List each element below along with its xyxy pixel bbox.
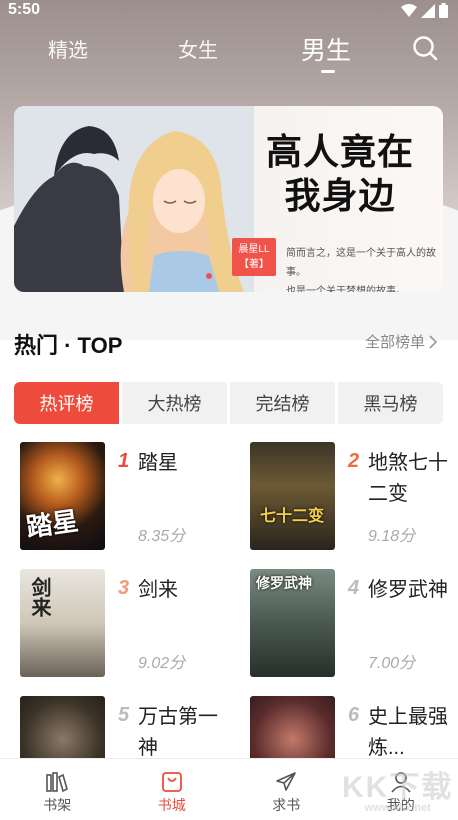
banner-description: 简而言之，这是一个关于高人的故事。 也是一个关于梦想的故事。 — [286, 244, 443, 292]
book-cover: 修罗武神 — [250, 569, 335, 677]
book-cover-title: 剑来 — [28, 577, 52, 617]
banner-headline: 高人竟在 我身边 — [250, 130, 430, 218]
tab-completed[interactable]: 完结榜 — [230, 382, 335, 424]
paper-plane-icon — [276, 772, 297, 791]
nav-request[interactable]: 求书 — [229, 759, 344, 820]
battery-icon — [439, 3, 448, 18]
book-cover: 剑来 — [20, 569, 105, 677]
nav-bookshelf-label: 书架 — [43, 797, 72, 813]
nav-bookshelf[interactable]: 书架 — [0, 759, 115, 820]
banner-illustration — [14, 106, 254, 292]
banner-author-tag: 【著】 — [239, 259, 269, 270]
banner-page-indicator — [206, 273, 212, 279]
banner-author: 晨星LL — [238, 244, 270, 255]
book-cover: 七十二变 — [250, 442, 335, 550]
book-title: 史上最强炼... — [368, 706, 448, 759]
book-rank: 4 — [348, 577, 360, 599]
signal-icon — [421, 3, 435, 18]
book-item[interactable]: 七十二变 2 地煞七十二变 9.18分 — [250, 442, 458, 552]
book-rank: 6 — [348, 704, 360, 726]
book-item[interactable]: 剑来 3 剑来 9.02分 — [20, 569, 240, 679]
banner-author-badge: 晨星LL 【著】 — [232, 238, 276, 276]
banner-desc-line1: 简而言之，这是一个关于高人的故事。 — [286, 248, 436, 278]
nav-bookstore-label: 书城 — [157, 797, 186, 813]
chevron-right-icon — [429, 334, 438, 349]
book-item[interactable]: 修罗武神 4 修罗武神 7.00分 — [250, 569, 458, 679]
all-rankings-link[interactable]: 全部榜单 — [365, 331, 438, 352]
nav-request-label: 求书 — [272, 797, 301, 813]
book-cover-title: 七十二变 — [260, 506, 325, 525]
book-rank: 2 — [348, 450, 360, 472]
active-tab-indicator — [321, 70, 335, 73]
nav-bookstore[interactable]: 书城 — [115, 759, 230, 820]
status-bar: 5:50 — [0, 0, 458, 22]
bookshelf-icon — [46, 772, 69, 793]
book-score: 9.02分 — [138, 655, 186, 672]
tab-hot-reviews[interactable]: 热评榜 — [14, 382, 119, 424]
book-score: 9.18分 — [368, 528, 416, 545]
book-score: 8.35分 — [138, 528, 186, 545]
book-score: 7.00分 — [368, 655, 416, 672]
all-rankings-label: 全部榜单 — [365, 334, 426, 351]
top-navigation: 精选 女生 男生 — [0, 28, 458, 78]
book-title: 地煞七十二变 — [368, 452, 448, 505]
promo-banner[interactable]: 高人竟在 我身边 晨星LL 【著】 简而言之，这是一个关于高人的故事。 也是一个… — [14, 106, 443, 292]
watermark-main: KK下载 — [342, 771, 454, 804]
tab-featured[interactable]: 精选 — [48, 34, 88, 63]
wifi-icon — [401, 3, 417, 17]
ranking-tabs: 热评榜 大热榜 完结榜 黑马榜 — [14, 382, 443, 424]
tab-dark-horse[interactable]: 黑马榜 — [338, 382, 443, 424]
watermark: KK下载 www.kkx.net — [342, 762, 453, 814]
book-cover-title: 踏星 — [24, 506, 81, 544]
tab-male[interactable]: 男生 — [301, 31, 351, 67]
book-title: 踏星 — [138, 452, 178, 474]
status-time: 5:50 — [8, 1, 41, 18]
book-title: 修罗武神 — [368, 579, 448, 601]
book-item[interactable]: 踏星 1 踏星 8.35分 — [20, 442, 240, 552]
tab-trending[interactable]: 大热榜 — [122, 382, 227, 424]
search-icon[interactable] — [412, 35, 438, 61]
book-cover-title: 修罗武神 — [256, 576, 312, 592]
book-rank: 3 — [118, 577, 130, 599]
book-rank: 5 — [118, 704, 130, 726]
book-rank: 1 — [118, 450, 130, 472]
banner-headline-line1: 高人竟在 — [265, 131, 414, 173]
tab-female[interactable]: 女生 — [178, 34, 218, 63]
status-icons — [401, 3, 448, 18]
section-title: 热门 · TOP — [14, 333, 123, 358]
book-title: 万古第一神 — [138, 706, 218, 759]
banner-desc-line2: 也是一个关于梦想的故事。 — [286, 286, 406, 292]
shopping-bag-icon — [161, 772, 182, 792]
book-title: 剑来 — [138, 579, 178, 601]
book-cover: 踏星 — [20, 442, 105, 550]
banner-headline-line2: 我身边 — [284, 175, 396, 217]
